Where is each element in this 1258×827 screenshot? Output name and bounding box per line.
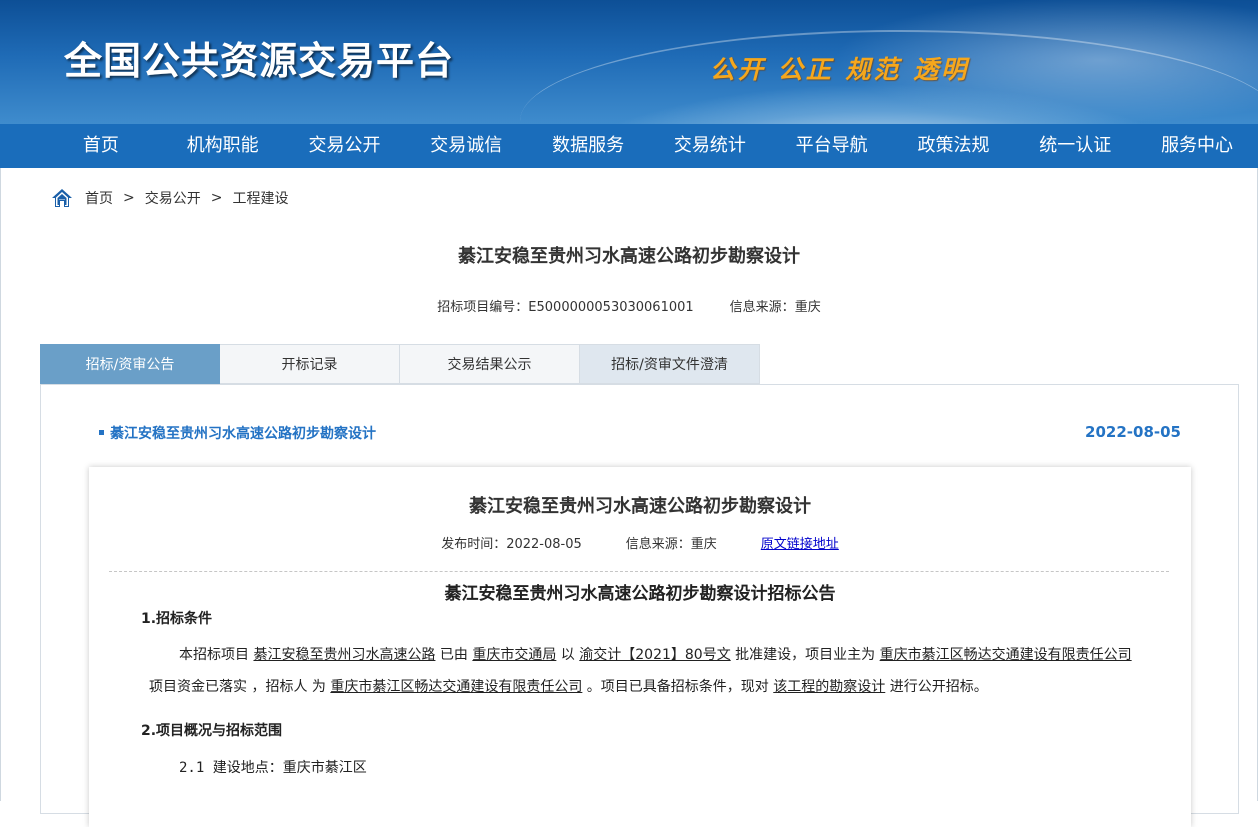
tenderer-underlined: 重庆市綦江区畅达交通建设有限责任公司: [330, 679, 583, 695]
publish-time: 2022-08-05: [506, 537, 582, 552]
dashed-divider: [109, 571, 1169, 572]
project-code: E5000000053030061001: [528, 300, 694, 315]
nav-item-transaction-integrity[interactable]: 交易诚信: [405, 124, 527, 168]
project-name-underlined: 綦江安稳至贵州习水高速公路: [253, 647, 436, 663]
content-panel: 綦江安稳至贵州习水高速公路初步勘察设计 2022-08-05 綦江安稳至贵州习水…: [40, 384, 1239, 827]
project-owner-underlined: 重庆市綦江区畅达交通建设有限责任公司: [879, 647, 1132, 663]
header-banner: 全国公共资源交易平台 公开 公正 规范 透明: [0, 0, 1258, 124]
breadcrumb-construction[interactable]: 工程建设: [232, 188, 288, 208]
project-source: 重庆: [794, 300, 821, 315]
nav-item-data-services[interactable]: 数据服务: [527, 124, 649, 168]
text-segment: 进行公开招标。: [885, 679, 988, 695]
notice-detail-title: 綦江安稳至贵州习水高速公路初步勘察设计: [469, 496, 811, 517]
nav-item-unified-auth[interactable]: 统一认证: [1014, 124, 1136, 168]
text-segment: 本招标项目: [179, 647, 254, 663]
breadcrumb-home[interactable]: 首页: [85, 188, 113, 208]
info-source: 重庆: [690, 537, 717, 552]
paragraph-tender-conditions-2: 项目资金已落实 ，招标人 为 重庆市綦江区畅达交通建设有限责任公司 。项目已具备…: [149, 671, 1139, 703]
approval-authority-underlined: 重庆市交通局: [472, 647, 557, 663]
document-title: 綦江安稳至贵州习水高速公路初步勘察设计招标公告: [444, 584, 836, 604]
breadcrumb-separator: >: [210, 190, 223, 206]
text-segment: 。项目已具备招标条件，现对: [582, 679, 774, 695]
nav-item-policies[interactable]: 政策法规: [893, 124, 1015, 168]
publish-time-label: 发布时间：: [441, 537, 507, 552]
tab-document-clarification[interactable]: 招标/资审文件澄清: [580, 344, 760, 384]
tab-tender-notice[interactable]: 招标/资审公告: [40, 344, 220, 384]
project-source-label: 信息来源：: [729, 300, 795, 315]
text-segment: 已由: [435, 647, 473, 663]
breadcrumb: 首页 > 交易公开 > 工程建设: [51, 186, 288, 210]
approval-document-underlined: 渝交计【2021】80号文: [579, 647, 731, 663]
tab-bar: 招标/资审公告 开标记录 交易结果公示 招标/资审文件澄清: [40, 344, 760, 384]
text-segment: 批准建设，项目业主为: [730, 647, 880, 663]
construction-location: 2.1 建设地点：重庆市綦江区: [179, 760, 367, 776]
notice-list-item[interactable]: 綦江安稳至贵州习水高速公路初步勘察设计 2022-08-05: [99, 423, 1181, 443]
nav-item-home[interactable]: 首页: [40, 124, 162, 168]
original-link[interactable]: 原文链接地址: [761, 537, 839, 552]
text-segment: 以: [556, 647, 580, 663]
section-heading-tender-conditions: 1.招标条件: [141, 611, 213, 627]
notice-title-link[interactable]: 綦江安稳至贵州习水高速公路初步勘察设计: [110, 426, 376, 442]
breadcrumb-separator: >: [123, 190, 135, 206]
section-heading-project-overview: 2.项目概况与招标范围: [141, 723, 283, 739]
nav-item-transaction-public[interactable]: 交易公开: [284, 124, 406, 168]
bullet-icon: [99, 429, 104, 435]
tender-scope-underlined: 该工程的勘察设计: [773, 679, 886, 695]
site-title: 全国公共资源交易平台: [64, 39, 455, 83]
breadcrumb-transaction-public[interactable]: 交易公开: [145, 188, 201, 208]
nav-item-platform-navigation[interactable]: 平台导航: [771, 124, 893, 168]
info-source-label: 信息来源：: [625, 537, 691, 552]
page-frame: 首页 > 交易公开 > 工程建设 綦江安稳至贵州习水高速公路初步勘察设计 招标项…: [0, 168, 1258, 827]
notice-detail-meta: 发布时间：2022-08-05 信息来源：重庆 原文链接地址: [89, 533, 1191, 552]
tab-transaction-result[interactable]: 交易结果公示: [400, 344, 580, 384]
notice-date: 2022-08-05: [1085, 423, 1181, 441]
notice-detail-card: 綦江安稳至贵州习水高速公路初步勘察设计 发布时间：2022-08-05 信息来源：…: [89, 467, 1191, 827]
nav-item-agency-functions[interactable]: 机构职能: [162, 124, 284, 168]
tab-bid-opening-record[interactable]: 开标记录: [220, 344, 400, 384]
text-segment: 项目资金已落实 ，招标人 为: [149, 679, 331, 695]
nav-item-service-center[interactable]: 服务中心: [1136, 124, 1258, 168]
project-meta: 招标项目编号：E5000000053030061001 信息来源：重庆: [1, 296, 1257, 315]
project-title: 綦江安稳至贵州习水高速公路初步勘察设计: [458, 246, 800, 267]
home-icon[interactable]: [51, 188, 73, 208]
nav-item-transaction-statistics[interactable]: 交易统计: [649, 124, 771, 168]
site-slogan: 公开 公正 规范 透明: [710, 55, 970, 84]
project-code-label: 招标项目编号：: [437, 300, 529, 315]
main-nav: 首页 机构职能 交易公开 交易诚信 数据服务 交易统计 平台导航 政策法规 统一…: [0, 124, 1258, 168]
